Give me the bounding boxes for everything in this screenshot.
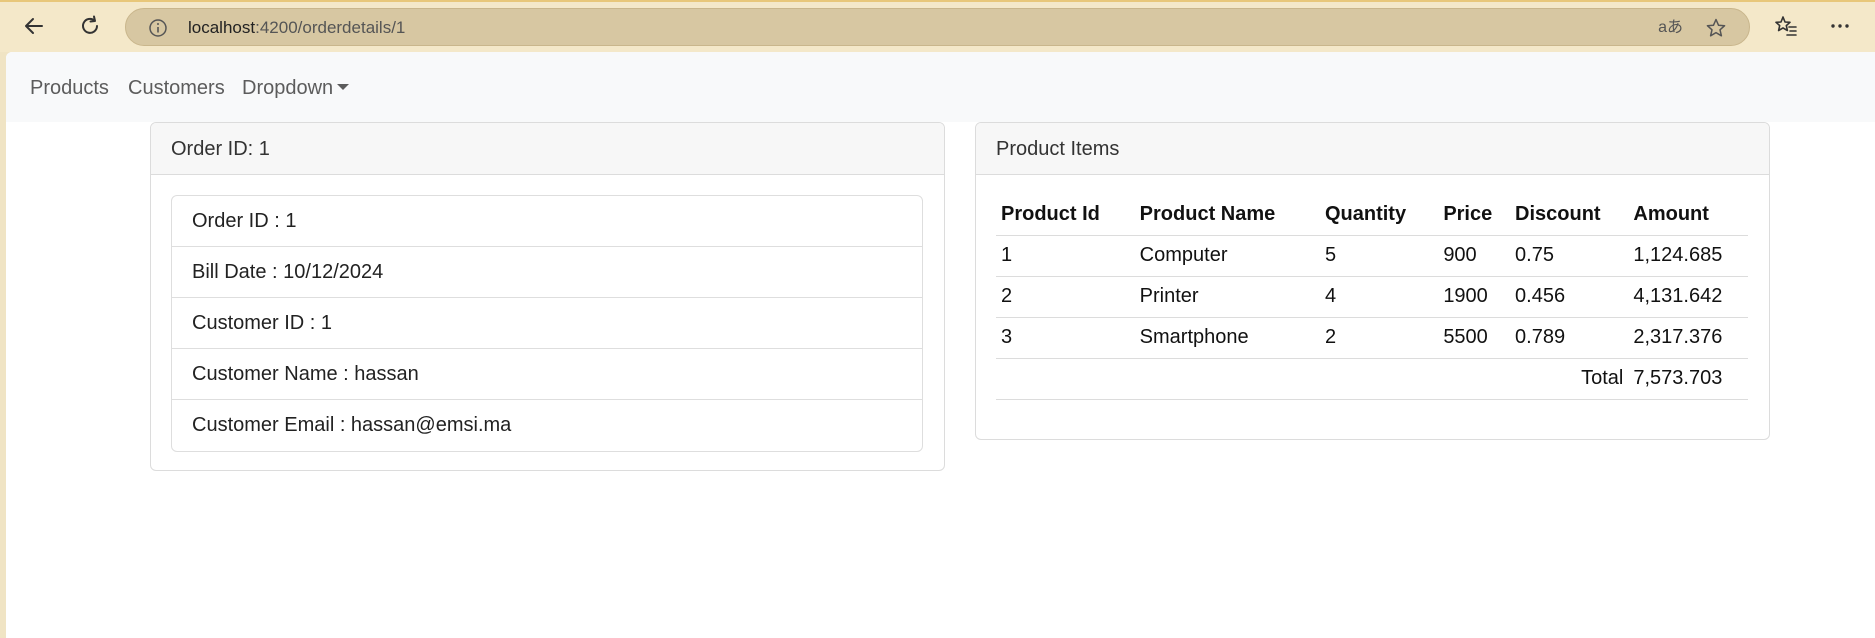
top-navbar: Products Customers Dropdown — [6, 52, 1875, 122]
table-row: 1 Computer 5 900 0.75 1,124.685 — [996, 235, 1748, 277]
table-cell: 2 — [1319, 317, 1439, 359]
favorite-star-icon[interactable] — [1705, 17, 1727, 39]
nav-products-link[interactable]: Products — [30, 76, 109, 100]
caret-down-icon — [337, 84, 350, 91]
url-host: localhost — [188, 18, 256, 37]
nav-dropdown-toggle[interactable]: Dropdown — [242, 76, 350, 100]
url-path: :4200/orderdetails/1 — [255, 18, 406, 37]
table-cell: 4,131.642 — [1628, 276, 1748, 318]
back-arrow-icon — [25, 18, 43, 34]
table-header-row: Product Id Product Name Quantity Price Disco… — [996, 195, 1748, 236]
back-button[interactable] — [18, 10, 50, 42]
items-card: Product Items Product Id Product Name Quan… — [975, 122, 1770, 440]
favorites-button[interactable] — [1770, 10, 1802, 42]
more-menu-button[interactable] — [1824, 10, 1856, 42]
read-aloud-icon[interactable]: aあ — [1658, 18, 1683, 38]
total-value: 7,573.703 — [1628, 358, 1748, 400]
table-cell: Computer — [1134, 235, 1320, 277]
table-cell: Printer — [1134, 276, 1320, 318]
reload-icon — [82, 15, 98, 34]
nav-customers-link[interactable]: Customers — [128, 76, 225, 100]
column-header: Product Id — [996, 195, 1135, 236]
total-label: Total — [996, 358, 1629, 400]
items-card-header: Product Items — [976, 123, 1769, 175]
address-bar[interactable]: localhost:4200/orderdetails/1 aあ — [125, 8, 1750, 46]
table-row: 2 Printer 4 1900 0.456 4,131.642 — [996, 276, 1748, 318]
table-cell: 2 — [996, 276, 1135, 318]
table-cell: 0.456 — [1510, 276, 1629, 318]
table-cell: 4 — [1319, 276, 1439, 318]
table-cell: 1,124.685 — [1628, 235, 1748, 277]
column-header: Price — [1438, 195, 1511, 236]
info-icon[interactable] — [148, 18, 168, 38]
table-cell: 900 — [1438, 235, 1511, 277]
column-header: Quantity — [1319, 195, 1439, 236]
url-text[interactable]: localhost:4200/orderdetails/1 — [188, 18, 405, 38]
order-card-header: Order ID: 1 — [151, 123, 944, 175]
order-field-item: Customer Name : hassan — [172, 349, 922, 400]
column-header: Discount — [1510, 195, 1629, 236]
table-cell: 2,317.376 — [1628, 317, 1748, 359]
order-details-list: Order ID : 1 Bill Date : 10/12/2024 Custom… — [171, 195, 923, 452]
total-row: Total 7,573.703 — [996, 358, 1748, 400]
table-cell: 5 — [1319, 235, 1439, 277]
order-field-item: Order ID : 1 — [172, 196, 922, 247]
nav-dropdown-label: Dropdown — [242, 77, 334, 99]
table-cell: 3 — [996, 317, 1135, 359]
table-cell: 1 — [996, 235, 1135, 277]
tab-strip-accent — [0, 0, 1875, 2]
column-header: Product Name — [1134, 195, 1320, 236]
table-cell: 5500 — [1438, 317, 1511, 359]
reload-button[interactable] — [74, 10, 106, 42]
table-cell: Smartphone — [1134, 317, 1320, 359]
table-row: 3 Smartphone 2 5500 0.789 2,317.376 — [996, 317, 1748, 359]
order-card: Order ID: 1 Order ID : 1 Bill Date : 10/1… — [150, 122, 945, 471]
favorites-list-icon — [1775, 16, 1797, 36]
order-field-item: Bill Date : 10/12/2024 — [172, 247, 922, 298]
column-header: Amount — [1628, 195, 1748, 236]
table-cell: 0.789 — [1510, 317, 1629, 359]
browser-toolbar: localhost:4200/orderdetails/1 aあ — [0, 0, 1875, 52]
more-dots-icon — [1831, 24, 1849, 28]
order-field-item: Customer Email : hassan@emsi.ma — [192, 414, 512, 436]
table-cell: 1900 — [1438, 276, 1511, 318]
table-cell: 0.75 — [1510, 235, 1629, 277]
product-items-table: Product Id Product Name Quantity Price Disco… — [996, 195, 1748, 400]
table-body: 1 Computer 5 900 0.75 1,124.685 2 Printer 4 1900 0… — [996, 235, 1748, 400]
page-content: Products Customers Dropdown Order ID: 1 … — [6, 52, 1875, 638]
order-field-item: Customer ID : 1 — [172, 298, 922, 349]
